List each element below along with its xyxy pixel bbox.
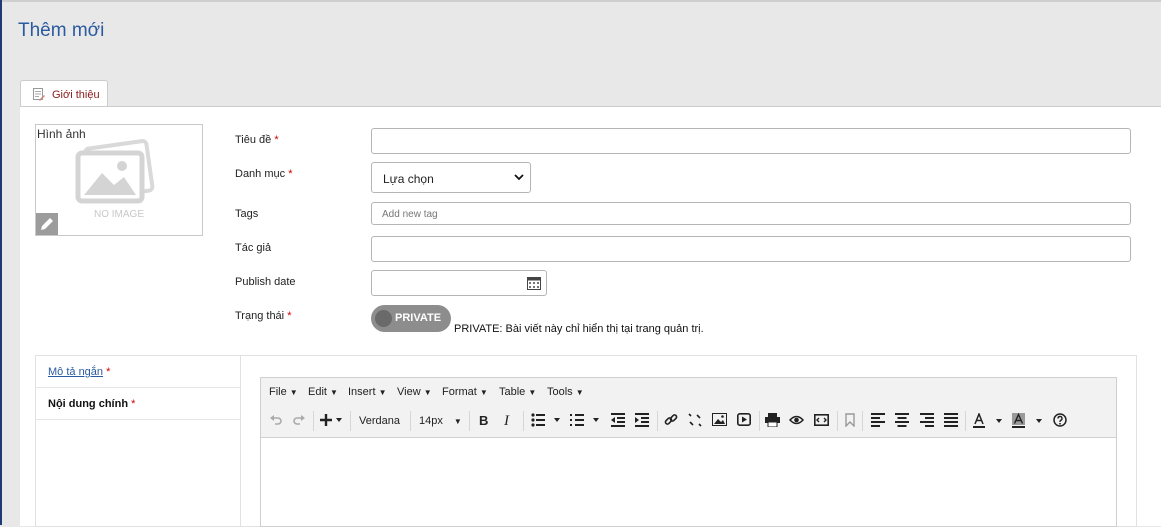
image-upload-box[interactable]: Hình ảnh NO IMAGE [35, 124, 203, 236]
publish-date-input[interactable] [371, 270, 547, 296]
toolbar-separator [862, 411, 863, 431]
toolbar-separator [965, 411, 966, 431]
media-icon[interactable] [737, 413, 751, 426]
status-label: Trạng thái * [235, 310, 292, 322]
chevron-down-icon [514, 174, 524, 181]
author-label: Tác giả [235, 242, 272, 254]
category-label: Danh mục * [235, 168, 293, 180]
toggle-knob [375, 310, 392, 327]
menu-tools[interactable]: Tools ▼ [547, 386, 584, 398]
insert-plus-icon[interactable] [320, 413, 342, 427]
title-input[interactable] [371, 128, 1131, 154]
menu-insert[interactable]: Insert ▼ [348, 386, 387, 398]
tab-label: Giới thiệu [52, 89, 100, 101]
rich-text-editor: File ▼ Edit ▼ Insert ▼ View ▼ Format ▼ T… [260, 377, 1117, 527]
tags-input[interactable]: Add new tag [371, 202, 1131, 225]
status-toggle[interactable]: PRIVATE [371, 305, 451, 332]
menu-view[interactable]: View ▼ [397, 386, 432, 398]
sidenav-item-main-content[interactable]: Nội dung chính * [36, 388, 240, 420]
outdent-icon[interactable] [611, 413, 625, 427]
bold-icon[interactable]: B [479, 413, 488, 431]
toolbar-separator [350, 411, 351, 431]
numbered-list-icon[interactable] [570, 413, 600, 427]
top-border [0, 0, 1161, 2]
font-family-select[interactable]: Verdana [359, 415, 400, 433]
menu-table[interactable]: Table ▼ [499, 386, 536, 398]
source-code-icon[interactable] [814, 413, 829, 427]
tab-gioi-thieu[interactable]: Giới thiệu [20, 80, 108, 107]
unlink-icon[interactable] [688, 413, 702, 427]
toolbar-separator [523, 411, 524, 431]
left-accent-border [0, 0, 2, 525]
no-image-text: NO IMAGE [93, 209, 144, 220]
help-icon[interactable] [1053, 413, 1067, 427]
page-title: Thêm mới [18, 20, 105, 41]
background-color-icon[interactable] [1012, 413, 1044, 428]
document-edit-icon [33, 88, 45, 101]
category-select[interactable]: Lựa chọn [371, 162, 531, 193]
align-justify-icon[interactable] [944, 413, 958, 427]
align-right-icon[interactable] [920, 413, 934, 427]
pencil-icon [41, 218, 53, 230]
editor-menubar: File ▼ Edit ▼ Insert ▼ View ▼ Format ▼ T… [261, 378, 1116, 406]
menu-edit[interactable]: Edit ▼ [308, 386, 338, 398]
toolbar-separator [837, 411, 838, 431]
link-icon[interactable] [664, 413, 678, 427]
undo-icon[interactable] [269, 413, 283, 427]
toolbar-separator [469, 411, 470, 431]
edit-image-button[interactable] [36, 213, 58, 235]
align-center-icon[interactable] [895, 413, 909, 427]
toolbar-separator [759, 411, 760, 431]
toggle-label: PRIVATE [395, 312, 442, 324]
menu-format[interactable]: Format ▼ [442, 386, 488, 398]
bookmark-icon[interactable] [844, 413, 856, 427]
toolbar-separator [313, 411, 314, 431]
preview-icon[interactable] [789, 413, 804, 427]
image-placeholder-icon [75, 139, 155, 204]
menu-file[interactable]: File ▼ [269, 386, 298, 398]
redo-icon[interactable] [292, 413, 306, 427]
editor-toolbar: Verdana 14px ▼ B I [261, 406, 1116, 438]
toolbar-separator [410, 411, 411, 431]
align-left-icon[interactable] [871, 413, 885, 427]
author-input[interactable] [371, 236, 1131, 262]
sidenav-item-short-description[interactable]: Mô tả ngắn * [36, 356, 240, 388]
toolbar-separator [657, 411, 658, 431]
bullet-list-icon[interactable] [531, 413, 561, 427]
status-description: PRIVATE: Bài viết này chỉ hiển thị tại t… [454, 323, 704, 335]
content-sidenav: Mô tả ngắn * Nội dung chính * [35, 355, 241, 527]
indent-icon[interactable] [635, 413, 649, 427]
tags-label: Tags [235, 208, 259, 220]
italic-icon[interactable]: I [504, 413, 509, 431]
image-icon[interactable] [712, 413, 727, 426]
calendar-icon[interactable] [527, 276, 541, 290]
text-color-icon[interactable] [973, 413, 1003, 428]
title-label: Tiêu đề * [235, 134, 279, 146]
publish-date-label: Publish date [235, 276, 296, 288]
print-icon[interactable] [765, 413, 780, 427]
font-size-select[interactable]: 14px ▼ [419, 415, 462, 433]
